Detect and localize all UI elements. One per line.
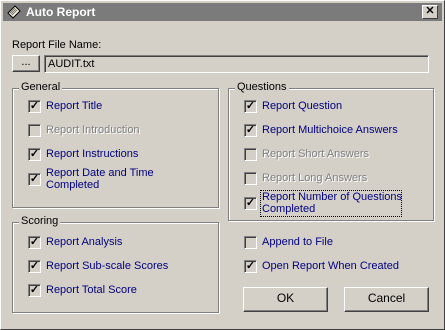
checkbox-label: Report Sub-scale Scores xyxy=(46,260,169,272)
title-bar[interactable]: Auto Report ✕ xyxy=(3,3,442,21)
scroll-icon xyxy=(7,5,21,19)
checkbox-box[interactable]: ✓ xyxy=(28,173,41,186)
checkbox-label: Report Question xyxy=(262,100,343,112)
checkbox-box[interactable] xyxy=(244,148,257,161)
report-file-label: Report File Name: xyxy=(12,39,102,51)
checkbox-label: Report Short Answers xyxy=(262,148,369,160)
checkbox-box[interactable]: ✓ xyxy=(28,260,41,273)
checkbox-label: Report Introduction xyxy=(46,124,140,136)
checkbox-box[interactable] xyxy=(28,124,41,137)
report-file-field[interactable]: AUDIT.txt xyxy=(44,55,429,73)
checkbox-label: Report Instructions xyxy=(46,148,139,160)
questions-group-title: Questions xyxy=(235,81,289,93)
checkbox-box[interactable]: ✓ xyxy=(28,148,41,161)
checkbox-box[interactable] xyxy=(244,236,257,249)
checkbox-box[interactable]: ✓ xyxy=(28,284,41,297)
close-icon: ✕ xyxy=(425,5,435,17)
checkbox-label-line2: Completed xyxy=(46,179,100,191)
checkbox-box[interactable]: ✓ xyxy=(28,100,41,113)
checkbox-label: Report Multichoice Answers xyxy=(262,124,398,136)
checkbox-label: Report Total Score xyxy=(46,284,137,296)
browse-button[interactable]: ... xyxy=(12,55,40,72)
checkbox-label: Append to File xyxy=(262,236,333,248)
checkbox-label: Report Long Answers xyxy=(262,172,368,184)
checkbox-label: Open Report When Created xyxy=(262,260,399,272)
checkbox-box[interactable]: ✓ xyxy=(28,236,41,249)
checkbox-box[interactable] xyxy=(244,172,257,185)
checkbox-box[interactable]: ✓ xyxy=(244,124,257,137)
scoring-group-title: Scoring xyxy=(19,215,61,227)
close-button[interactable]: ✕ xyxy=(422,5,438,19)
checkbox-label-line2: Completed xyxy=(262,203,316,215)
checkbox-box[interactable]: ✓ xyxy=(244,100,257,113)
checkbox-label: Report Analysis xyxy=(46,236,123,248)
window-title: Auto Report xyxy=(26,5,96,19)
checkbox-label: Report Title xyxy=(46,100,103,112)
checkbox-box[interactable]: ✓ xyxy=(244,260,257,273)
checkbox-box[interactable]: ✓ xyxy=(244,197,257,210)
cancel-button[interactable]: Cancel xyxy=(344,287,429,312)
ok-button[interactable]: OK xyxy=(243,287,328,312)
general-group-title: General xyxy=(19,81,63,93)
auto-report-dialog: Auto Report ✕ Report File Name: ... AUDI… xyxy=(0,0,445,330)
